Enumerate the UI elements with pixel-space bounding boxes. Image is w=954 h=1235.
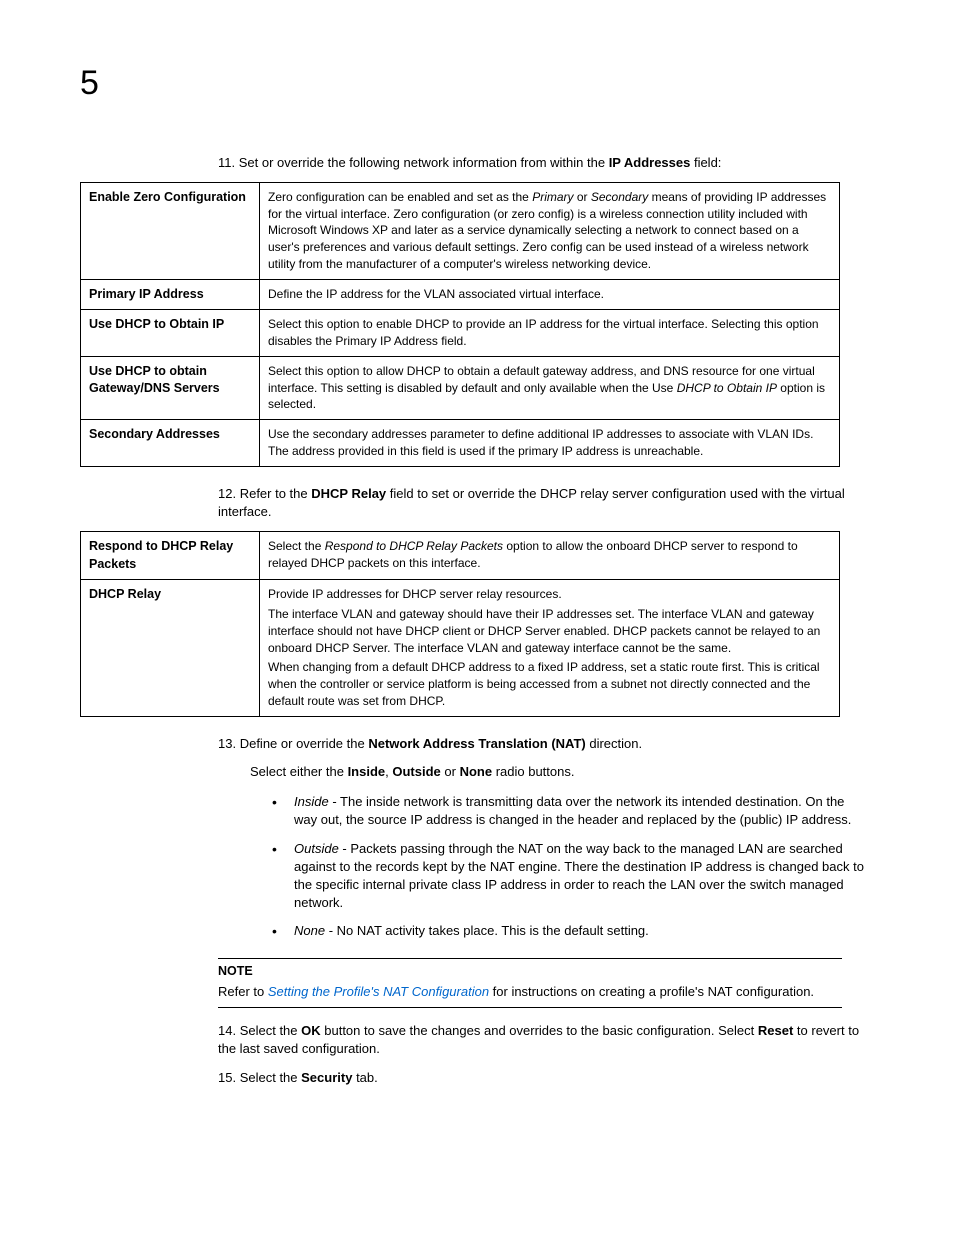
bullet-label: Inside <box>294 794 329 809</box>
text: button to save the changes and overrides… <box>321 1023 758 1038</box>
desc-cell: Select this option to allow DHCP to obta… <box>260 356 840 419</box>
text: The interface VLAN and gateway should ha… <box>268 606 831 656</box>
text: Select the <box>268 539 325 553</box>
text: Select either the <box>250 764 348 779</box>
list-item: Outside - Packets passing through the NA… <box>270 840 864 913</box>
text: Select the <box>240 1070 301 1085</box>
step-number: 15. <box>218 1070 236 1085</box>
note-block: NOTE Refer to Setting the Profile's NAT … <box>218 958 842 1008</box>
list-item: Inside - The inside network is transmitt… <box>270 793 864 829</box>
bullet-label: None <box>294 923 325 938</box>
text: for instructions on creating a profile's… <box>489 984 814 999</box>
bullet-text: - No NAT activity takes place. This is t… <box>325 923 649 938</box>
step-number: 14. <box>218 1023 236 1038</box>
term-cell: Primary IP Address <box>81 279 260 310</box>
bullet-text: - Packets passing through the NAT on the… <box>294 841 864 911</box>
step-number: 13. <box>218 736 236 751</box>
ip-addresses-table: Enable Zero Configuration Zero configura… <box>80 182 840 467</box>
step-11: 11. Set or override the following networ… <box>218 154 864 172</box>
text: radio buttons. <box>492 764 574 779</box>
ok-button-label: OK <box>301 1023 321 1038</box>
step-text: Set or override the following network in… <box>239 155 609 170</box>
dhcp-relay-label: DHCP Relay <box>311 486 386 501</box>
term-cell: Respond to DHCP Relay Packets <box>81 532 260 580</box>
text-italic: DHCP to Obtain IP <box>677 381 777 395</box>
term-cell: Use DHCP to obtain Gateway/DNS Servers <box>81 356 260 419</box>
chapter-number: 5 <box>80 60 864 108</box>
text-italic: Respond to DHCP Relay Packets <box>325 539 503 553</box>
table-row: Enable Zero Configuration Zero configura… <box>81 182 840 279</box>
bullet-text: - The inside network is transmitting dat… <box>294 794 851 827</box>
desc-cell: Select this option to enable DHCP to pro… <box>260 310 840 357</box>
table-row: Primary IP Address Define the IP address… <box>81 279 840 310</box>
term-cell: Use DHCP to Obtain IP <box>81 310 260 357</box>
text: Provide IP addresses for DHCP server rel… <box>268 586 831 603</box>
note-title: NOTE <box>218 963 842 981</box>
step-12: 12. Refer to the DHCP Relay field to set… <box>218 485 864 521</box>
step-13: 13. Define or override the Network Addre… <box>218 735 864 753</box>
table-row: DHCP Relay Provide IP addresses for DHCP… <box>81 580 840 717</box>
step-text: Define or override the <box>240 736 369 751</box>
inside-label: Inside <box>348 764 386 779</box>
text: tab. <box>352 1070 377 1085</box>
step-text-suffix: direction. <box>586 736 642 751</box>
term-cell: Secondary Addresses <box>81 420 260 467</box>
step-number: 12. <box>218 486 236 501</box>
text-italic: Primary <box>532 190 573 204</box>
step-15: 15. Select the Security tab. <box>218 1069 864 1087</box>
table-row: Use DHCP to obtain Gateway/DNS Servers S… <box>81 356 840 419</box>
step-14: 14. Select the OK button to save the cha… <box>218 1022 864 1058</box>
step-13-sub: Select either the Inside, Outside or Non… <box>250 763 864 781</box>
table-row: Use DHCP to Obtain IP Select this option… <box>81 310 840 357</box>
nat-config-link[interactable]: Setting the Profile's NAT Configuration <box>268 984 489 999</box>
text: Refer to <box>218 984 268 999</box>
term-cell: Enable Zero Configuration <box>81 182 260 279</box>
step-text-suffix: field: <box>690 155 721 170</box>
list-item: None - No NAT activity takes place. This… <box>270 922 864 940</box>
nat-options-list: Inside - The inside network is transmitt… <box>270 793 864 940</box>
security-tab-label: Security <box>301 1070 352 1085</box>
term-cell: DHCP Relay <box>81 580 260 717</box>
desc-cell: Zero configuration can be enabled and se… <box>260 182 840 279</box>
text: Zero configuration can be enabled and se… <box>268 190 532 204</box>
text: When changing from a default DHCP addres… <box>268 659 831 709</box>
text: or <box>441 764 460 779</box>
ip-addresses-label: IP Addresses <box>609 155 691 170</box>
nat-label: Network Address Translation (NAT) <box>368 736 585 751</box>
desc-cell: Select the Respond to DHCP Relay Packets… <box>260 532 840 580</box>
desc-cell: Provide IP addresses for DHCP server rel… <box>260 580 840 717</box>
outside-label: Outside <box>392 764 440 779</box>
text: Select the <box>240 1023 301 1038</box>
note-body: Refer to Setting the Profile's NAT Confi… <box>218 983 842 1001</box>
table-row: Respond to DHCP Relay Packets Select the… <box>81 532 840 580</box>
dhcp-relay-table: Respond to DHCP Relay Packets Select the… <box>80 531 840 717</box>
reset-button-label: Reset <box>758 1023 793 1038</box>
bullet-label: Outside <box>294 841 339 856</box>
step-text: Refer to the <box>240 486 312 501</box>
text: or <box>574 190 591 204</box>
table-row: Secondary Addresses Use the secondary ad… <box>81 420 840 467</box>
none-label: None <box>460 764 493 779</box>
text-italic: Secondary <box>591 190 648 204</box>
step-number: 11. <box>218 155 235 170</box>
desc-cell: Define the IP address for the VLAN assoc… <box>260 279 840 310</box>
desc-cell: Use the secondary addresses parameter to… <box>260 420 840 467</box>
